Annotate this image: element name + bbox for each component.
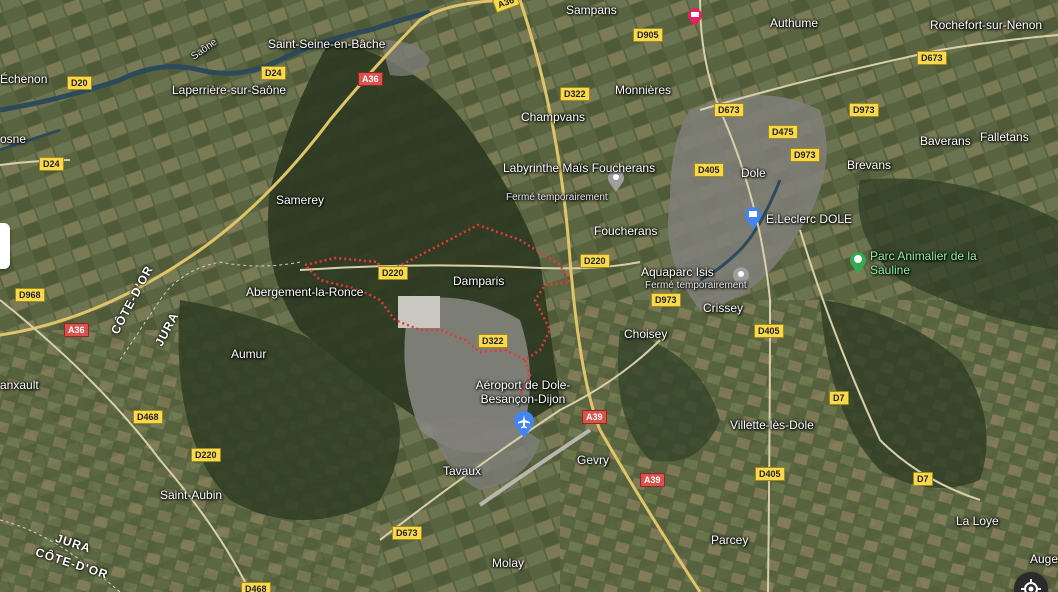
place-villette[interactable]: Villette-lès-Dole <box>730 418 814 433</box>
road-shield: D220 <box>378 266 408 280</box>
place-abergement[interactable]: Abergement-la-Ronce <box>246 285 363 300</box>
road-shield: D468 <box>133 410 163 424</box>
place-aumur[interactable]: Aumur <box>231 347 266 362</box>
road-shield: D220 <box>580 254 610 268</box>
hotel-icon[interactable] <box>686 6 704 26</box>
place-dole[interactable]: Dole <box>741 166 766 181</box>
road-shield: A39 <box>582 410 607 424</box>
road-shield: D7 <box>913 472 933 486</box>
place-gevry[interactable]: Gevry <box>577 453 609 468</box>
road-shield: D405 <box>755 467 785 481</box>
road-shield: A36 <box>64 323 89 337</box>
road-shield: A36 <box>358 72 383 86</box>
my-location-icon <box>1021 579 1041 592</box>
poi-aquaparc-status: Fermé temporairement <box>645 280 747 291</box>
place-sampans[interactable]: Sampans <box>566 3 617 18</box>
road-shield: A39 <box>640 473 665 487</box>
road-shield: D968 <box>15 288 45 302</box>
place-choisey[interactable]: Choisey <box>624 327 667 342</box>
map-canvas[interactable]: Sampans Authume Rochefort-sur-Nenon Éche… <box>0 0 1058 592</box>
poi-labyrinthe-status: Fermé temporairement <box>506 192 608 203</box>
place-foucherans[interactable]: Foucherans <box>594 224 657 239</box>
place-auge[interactable]: Auge <box>1030 552 1058 567</box>
poi-airport-name[interactable]: Aéroport de Dole-Besançon-Dijon <box>458 378 588 407</box>
park-pin-icon[interactable] <box>848 250 868 274</box>
place-brevans[interactable]: Brevans <box>847 158 891 173</box>
place-tavaux[interactable]: Tavaux <box>443 464 481 479</box>
place-la-loye[interactable]: La Loye <box>956 514 999 529</box>
poi-leclerc-name[interactable]: E.Leclerc DOLE <box>766 212 852 227</box>
place-echenon[interactable]: Échenon <box>0 72 47 87</box>
road-shield: D468 <box>241 582 271 592</box>
place-falletans[interactable]: Falletans <box>980 130 1029 145</box>
place-monnieres[interactable]: Monnières <box>615 83 671 98</box>
place-saint-aubin[interactable]: Saint-Aubin <box>160 488 222 503</box>
place-anxault[interactable]: anxault <box>0 378 39 393</box>
place-authume[interactable]: Authume <box>770 16 818 31</box>
poi-parc-name[interactable]: Parc Animalier de la Sauline <box>870 249 980 278</box>
road-shield: D973 <box>651 293 681 307</box>
place-molay[interactable]: Molay <box>492 556 524 571</box>
road-shield: D405 <box>754 324 784 338</box>
place-crissey[interactable]: Crissey <box>703 301 743 316</box>
road-shield: D7 <box>829 391 849 405</box>
road-shield: D973 <box>790 148 820 162</box>
airport-icon[interactable] <box>512 410 536 438</box>
place-rochefort[interactable]: Rochefort-sur-Nenon <box>930 18 1042 33</box>
place-samerey[interactable]: Samerey <box>276 193 324 208</box>
satellite-terrain <box>0 0 1058 592</box>
road-shield: D24 <box>39 157 64 171</box>
poi-labyrinthe-name[interactable]: Labyrinthe Maïs Foucherans <box>503 161 655 176</box>
road-shield: D673 <box>917 51 947 65</box>
road-shield: D24 <box>261 66 286 80</box>
my-location-button[interactable] <box>1014 572 1048 592</box>
place-baverans[interactable]: Baverans <box>920 134 971 149</box>
road-shield: D322 <box>478 334 508 348</box>
road-shield: D20 <box>67 76 92 90</box>
road-shield: D405 <box>694 163 724 177</box>
shopping-pin-icon[interactable] <box>743 205 763 229</box>
poi-aquaparc-name[interactable]: Aquaparc Isis <box>641 265 714 280</box>
side-panel-toggle[interactable] <box>0 223 10 269</box>
road-shield: D220 <box>191 448 221 462</box>
road-shield: D322 <box>560 87 590 101</box>
road-shield: D673 <box>714 103 744 117</box>
place-laperriere[interactable]: Laperrière-sur-Saône <box>172 83 286 98</box>
road-shield: D973 <box>849 103 879 117</box>
place-saint-seine[interactable]: Saint-Seine-en-Bâche <box>268 37 385 52</box>
place-champvans[interactable]: Champvans <box>521 110 585 125</box>
place-damparis[interactable]: Damparis <box>453 274 504 289</box>
road-shield: D673 <box>392 526 422 540</box>
place-osne[interactable]: osne <box>0 132 26 147</box>
place-parcey[interactable]: Parcey <box>711 533 748 548</box>
road-shield: D905 <box>633 28 663 42</box>
road-shield: D475 <box>768 125 798 139</box>
